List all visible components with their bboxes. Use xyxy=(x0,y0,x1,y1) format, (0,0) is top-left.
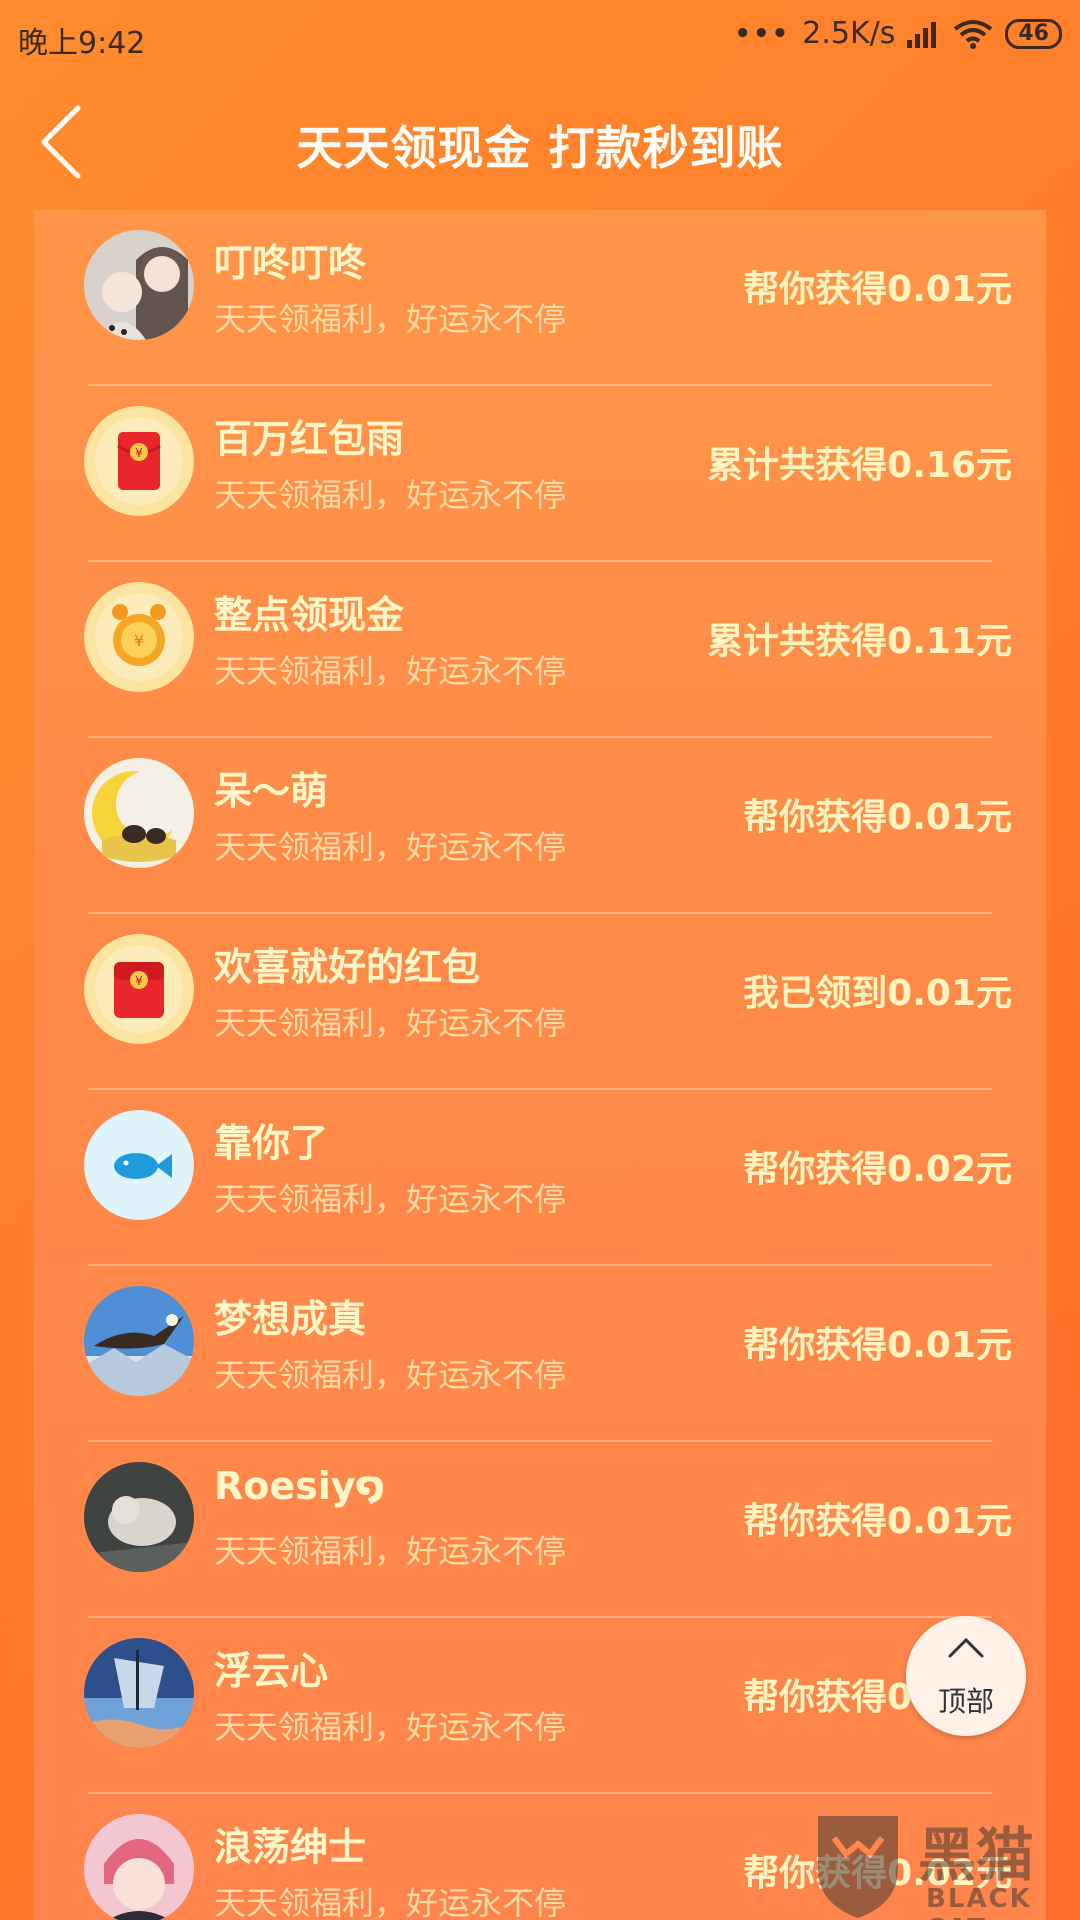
item-subtitle: 天天领福利，好运永不停 xyxy=(214,828,567,866)
svg-text:¥: ¥ xyxy=(135,974,143,988)
watermark-subtitle: BLACK CAT xyxy=(926,1884,1032,1920)
item-name: 浪荡绅士 xyxy=(214,1825,367,1869)
item-name: 梦想成真 xyxy=(214,1297,367,1341)
item-subtitle: 天天领福利，好运永不停 xyxy=(214,476,567,514)
item-subtitle: 天天领福利，好运永不停 xyxy=(214,1356,567,1394)
item-subtitle: 天天领福利，好运永不停 xyxy=(214,1708,567,1746)
list-item[interactable]: 呆～萌 天天领福利，好运永不停 帮你获得0.01元 xyxy=(34,738,1046,914)
item-subtitle: 天天领福利，好运永不停 xyxy=(214,1180,567,1218)
status-time: 晚上9:42 xyxy=(18,26,146,61)
status-bar: 晚上9:42 ••• 2.5K/s 46 xyxy=(0,0,1080,72)
watermark: 黑猫 BLACK CAT xyxy=(808,1808,1080,1920)
item-name: 浮云心 xyxy=(214,1649,329,1693)
chevron-up-icon xyxy=(948,1637,984,1658)
item-amount: 累计共获得0.16元 xyxy=(707,445,1012,486)
svg-text:¥: ¥ xyxy=(134,631,144,650)
item-amount: 我已领到0.01元 xyxy=(743,973,1012,1014)
item-subtitle: 天天领福利，好运永不停 xyxy=(214,1532,567,1570)
photo-avatar xyxy=(84,758,194,868)
alarm-clock-icon: ¥ xyxy=(84,582,194,692)
item-amount: 帮你获得0.01元 xyxy=(743,1501,1012,1542)
reward-list-panel[interactable]: 叮咚叮咚 天天领福利，好运永不停 帮你获得0.01元 ¥ 百万红包雨 天天领福利… xyxy=(34,210,1046,1920)
item-amount: 帮你获得0.01元 xyxy=(743,797,1012,838)
battery-indicator: 46 xyxy=(1005,18,1062,49)
photo-avatar xyxy=(84,1286,194,1396)
photo-avatar xyxy=(84,1462,194,1572)
header: 天天领现金 打款秒到账 xyxy=(0,72,1080,210)
cell-signal-icon xyxy=(907,21,937,48)
list-item[interactable]: Roesiy໑ 天天领福利，好运永不停 帮你获得0.01元 xyxy=(34,1442,1046,1618)
item-name: 整点领现金 xyxy=(214,593,405,637)
list-item[interactable]: 梦想成真 天天领福利，好运永不停 帮你获得0.01元 xyxy=(34,1266,1046,1442)
item-subtitle: 天天领福利，好运永不停 xyxy=(214,1884,567,1920)
red-envelope-icon: ¥ xyxy=(84,934,194,1044)
black-cat-logo-icon xyxy=(818,1816,898,1918)
list-item[interactable]: 浮云心 天天领福利，好运永不停 帮你获得0.01元 xyxy=(34,1618,1046,1794)
item-name: 呆～萌 xyxy=(214,769,329,813)
signal-dots-icon: ••• xyxy=(734,18,791,49)
svg-text:¥: ¥ xyxy=(135,446,143,460)
photo-avatar xyxy=(84,230,194,340)
page-title: 天天领现金 打款秒到账 xyxy=(296,121,784,175)
item-name: 百万红包雨 xyxy=(214,417,405,461)
list-item[interactable]: 叮咚叮咚 天天领福利，好运永不停 帮你获得0.01元 xyxy=(34,210,1046,386)
item-amount: 帮你获得0.02元 xyxy=(743,1149,1012,1190)
item-name: 欢喜就好的红包 xyxy=(214,945,481,989)
item-name: 叮咚叮咚 xyxy=(214,241,367,285)
net-speed: 2.5K/s xyxy=(802,16,896,51)
wifi-icon xyxy=(954,19,993,49)
item-amount: 帮你获得0.01元 xyxy=(743,1325,1012,1366)
item-name: Roesiy໑ xyxy=(214,1464,385,1508)
watermark-title: 黑猫 xyxy=(918,1821,1035,1889)
list-item[interactable]: 靠你了 天天领福利，好运永不停 帮你获得0.02元 xyxy=(34,1090,1046,1266)
item-subtitle: 天天领福利，好运永不停 xyxy=(214,1004,567,1042)
item-amount: 累计共获得0.11元 xyxy=(707,621,1012,662)
photo-avatar xyxy=(84,1814,194,1920)
list-item[interactable]: ¥ 整点领现金 天天领福利，好运永不停 累计共获得0.11元 xyxy=(34,562,1046,738)
list-item[interactable]: ¥ 百万红包雨 天天领福利，好运永不停 累计共获得0.16元 xyxy=(34,386,1046,562)
fish-icon xyxy=(84,1110,194,1220)
item-subtitle: 天天领福利，好运永不停 xyxy=(214,300,567,338)
item-amount: 帮你获得0.01元 xyxy=(743,269,1012,310)
scroll-to-top-button[interactable]: 顶部 xyxy=(906,1616,1026,1736)
item-subtitle: 天天领福利，好运永不停 xyxy=(214,652,567,690)
status-indicators: ••• 2.5K/s 46 xyxy=(734,16,1062,51)
list-item[interactable]: ¥ 欢喜就好的红包 天天领福利，好运永不停 我已领到0.01元 xyxy=(34,914,1046,1090)
scroll-to-top-label: 顶部 xyxy=(937,1685,994,1718)
photo-avatar xyxy=(84,1638,194,1748)
item-name: 靠你了 xyxy=(214,1121,329,1165)
red-envelope-icon: ¥ xyxy=(84,406,194,516)
reward-list: 叮咚叮咚 天天领福利，好运永不停 帮你获得0.01元 ¥ 百万红包雨 天天领福利… xyxy=(34,210,1046,1920)
